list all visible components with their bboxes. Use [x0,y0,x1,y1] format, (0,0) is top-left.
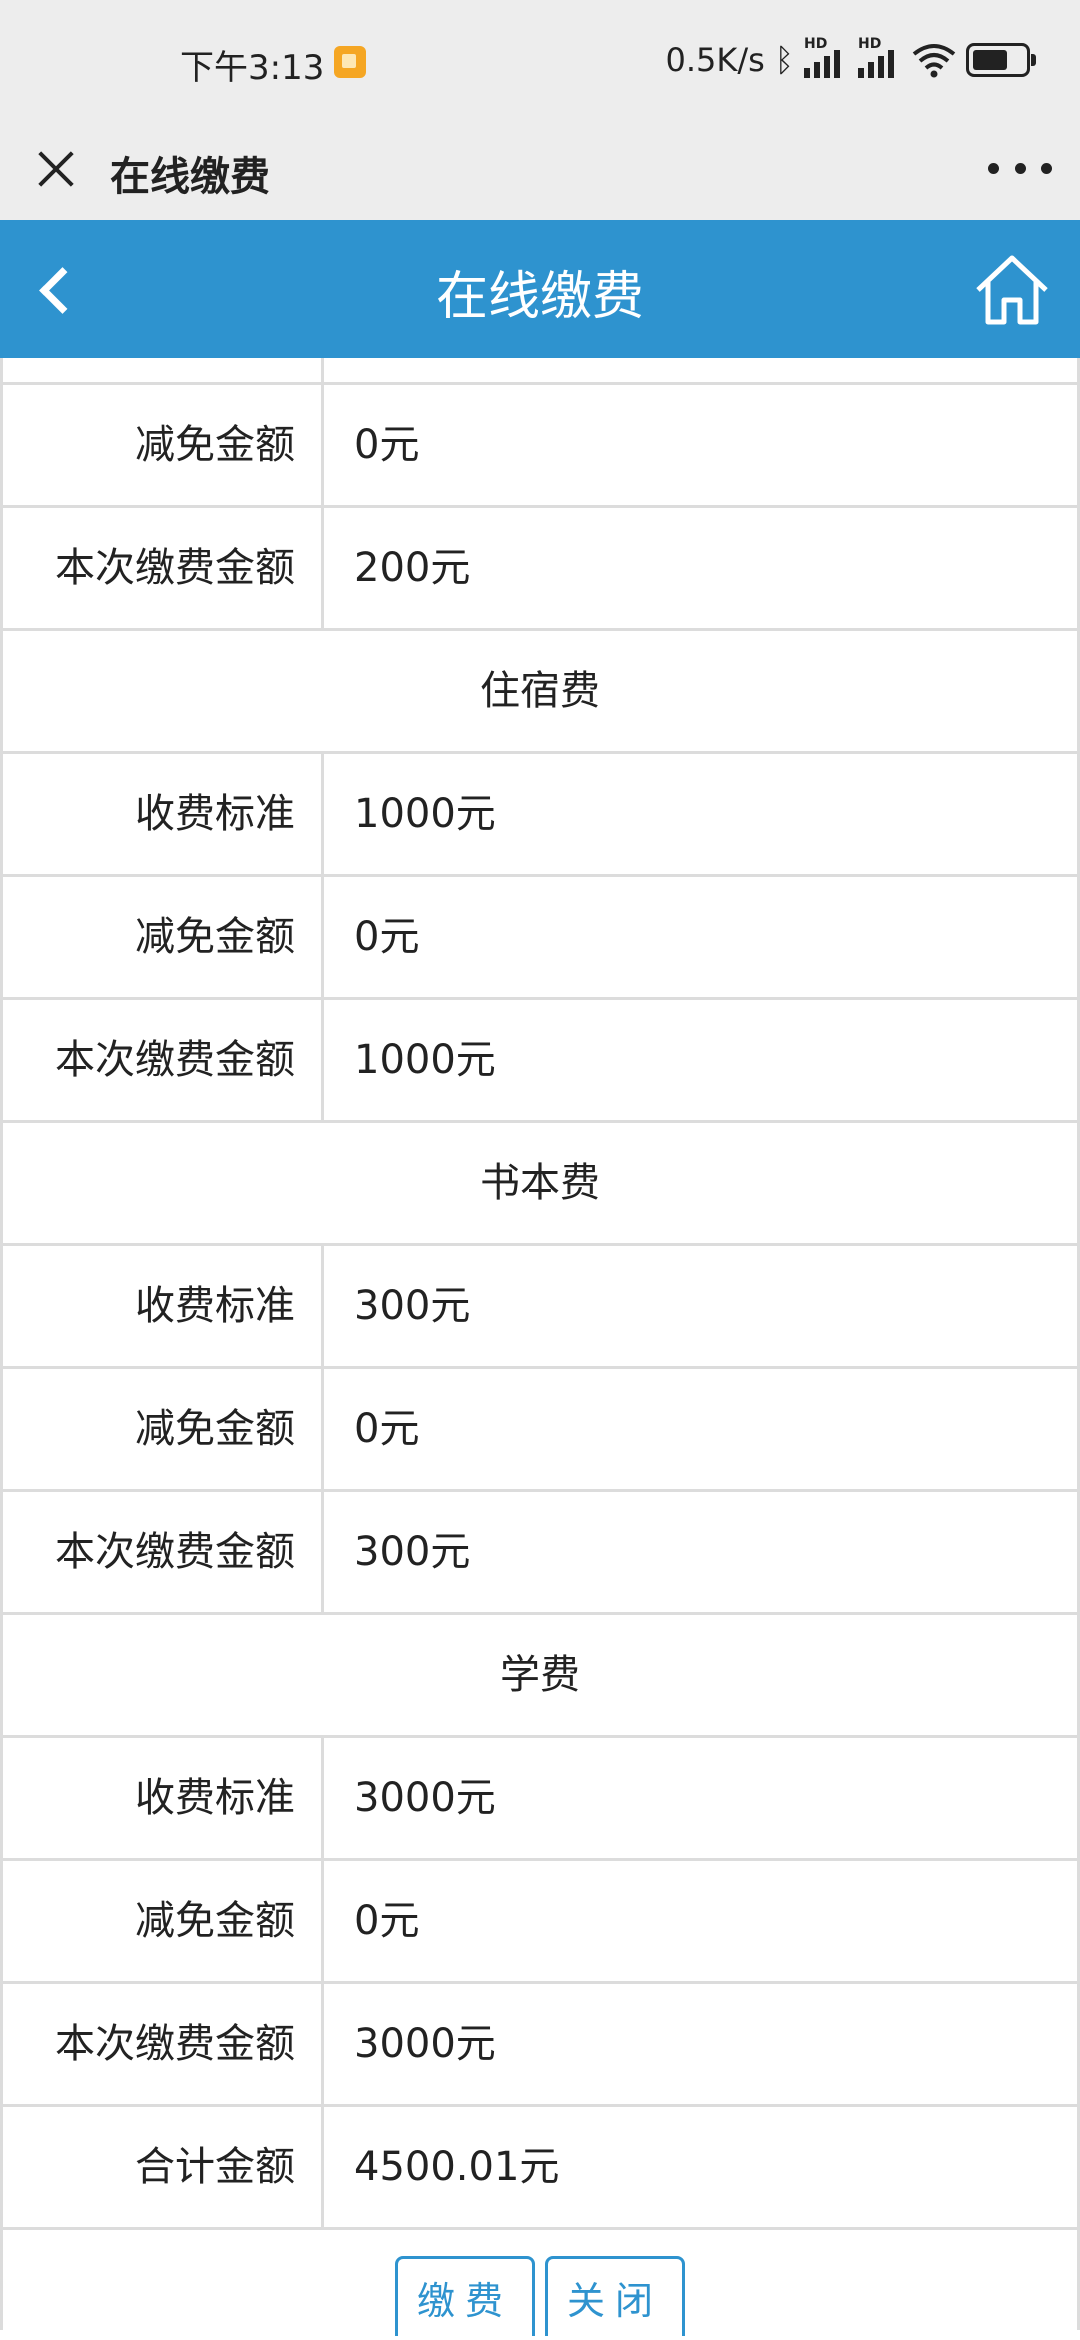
section-header: 书本费 [0,1123,1080,1246]
section-header: 学费 [0,1615,1080,1738]
section-header: 住宿费 [0,631,1080,754]
total-value: 4500.01元 [354,2144,560,2190]
section-title: 住宿费 [480,668,600,714]
row-value: 3000元 [354,1775,496,1821]
table-row: 收费标准 300元 [0,1246,1080,1369]
row-value: 3000元 [354,2021,496,2067]
row-value: 1000元 [354,1037,496,1083]
table-row: 减免金额 0元 [0,385,1080,508]
signal-icon-2: HD [858,36,902,80]
table-row: 减免金额 0元 [0,877,1080,1000]
table-row: 收费标准 3000元 [0,1738,1080,1861]
row-label: 减免金额 [0,877,324,997]
row-label: 减免金额 [0,1369,324,1489]
hd-label-2: HD [858,36,882,52]
notification-icon [334,46,366,78]
section-title: 学费 [500,1652,580,1698]
more-icon[interactable] [988,150,1052,186]
row-value: 200元 [354,545,471,591]
row-value: 300元 [354,1529,471,1575]
row-label: 本次缴费金额 [0,508,324,628]
close-icon[interactable] [28,128,84,208]
table-row: 收费标准 1000元 [0,754,1080,877]
page-title: 在线缴费 [110,154,270,200]
row-value: 0元 [354,1898,420,1944]
row-value: 0元 [354,422,420,468]
row-value: 300元 [354,1283,471,1329]
section-title: 书本费 [480,1160,600,1206]
close-button[interactable]: 关闭 [545,2256,685,2336]
wifi-icon [912,44,956,78]
table-row: 减免金额 0元 [0,1369,1080,1492]
table-row: 本次缴费金额 300元 [0,1492,1080,1615]
title-bar: 在线缴费 [0,120,1080,220]
table-row: 本次缴费金额 3000元 [0,1984,1080,2107]
battery-icon [966,43,1036,77]
row-label: 本次缴费金额 [0,1492,324,1612]
row-label: 收费标准 [0,754,324,874]
row-label: 本次缴费金额 [0,1984,324,2104]
row-label: 收费标准 [0,1246,324,1366]
page: 下午3:13 0.5K/s ᛒ HD HD 在线缴费 在线缴费 减免金额 0元 … [0,0,1080,2340]
table-row: 减免金额 0元 [0,1861,1080,1984]
total-label: 合计金额 [0,2107,324,2227]
row-value: 1000元 [354,791,496,837]
status-indicators: 0.5K/s ᛒ HD HD [665,36,1036,82]
table-row [0,358,1080,385]
status-time: 下午3:13 [180,48,325,88]
row-label: 减免金额 [0,385,324,505]
bluetooth-icon: ᛒ [774,41,794,79]
row-value: 0元 [354,1406,420,1452]
table-row: 本次缴费金额 200元 [0,508,1080,631]
app-header-title: 在线缴费 [435,267,644,327]
pay-button[interactable]: 缴费 [395,2256,535,2336]
table-row: 本次缴费金额 1000元 [0,1000,1080,1123]
network-speed: 0.5K/s [665,41,765,79]
signal-icon: HD [804,36,848,80]
status-bar: 下午3:13 0.5K/s ᛒ HD HD [0,0,1080,120]
row-label: 本次缴费金额 [0,1000,324,1120]
row-label: 收费标准 [0,1738,324,1858]
hd-label: HD [804,36,828,52]
row-label: 减免金额 [0,1861,324,1981]
home-icon[interactable] [964,242,1060,338]
total-row: 合计金额 4500.01元 [0,2107,1080,2230]
action-bar: 缴费 关闭 [0,2230,1080,2336]
fee-table: 减免金额 0元 本次缴费金额 200元 住宿费 收费标准 1000元 减免金额 … [0,358,1080,2336]
app-header: 在线缴费 [0,220,1080,358]
row-value: 0元 [354,914,420,960]
